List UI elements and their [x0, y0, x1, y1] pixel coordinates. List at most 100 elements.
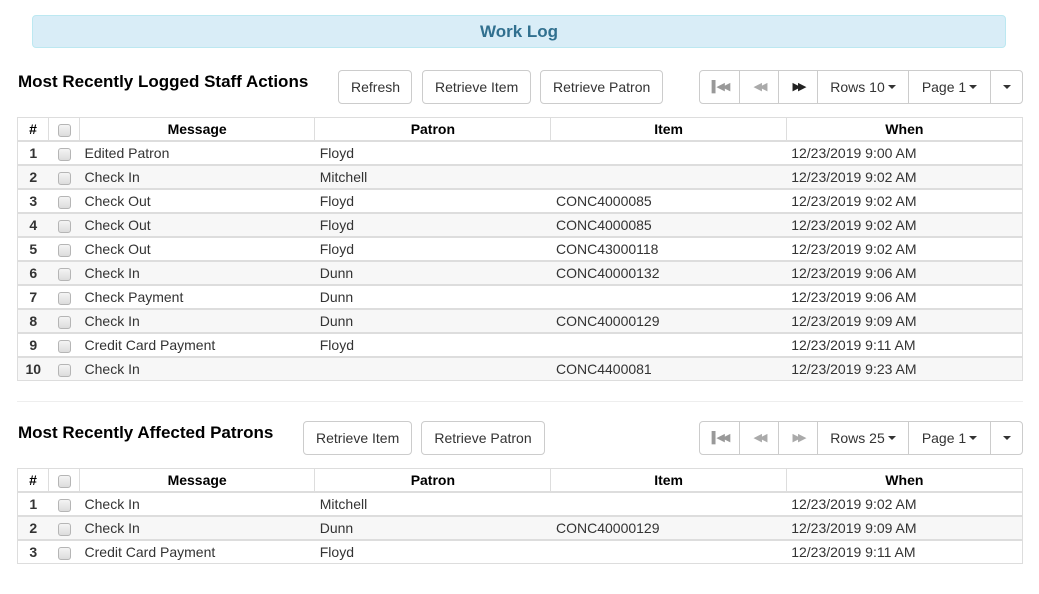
page-select-dropdown[interactable]: Page 1 [908, 71, 990, 103]
row-checkbox[interactable] [57, 363, 71, 377]
item-cell: CONC4400081 [550, 356, 787, 381]
retrieve-item-button[interactable]: Retrieve Item [303, 421, 412, 455]
table-row[interactable]: 2 Check In Dunn CONC40000129 12/23/2019 9:09… [17, 515, 1023, 540]
when-cell: 12/23/2019 9:09 AM [786, 515, 1023, 540]
caret-down-icon [1002, 436, 1011, 441]
row-checkbox[interactable] [57, 498, 71, 512]
table-row[interactable]: 4 Check Out Floyd CONC4000085 12/23/2019 9:0… [17, 212, 1023, 237]
retrieve-item-button[interactable]: Retrieve Item [422, 70, 531, 104]
table-row[interactable]: 1 Edited Patron Floyd 12/23/2019 9:00 AM [17, 140, 1023, 165]
column-header-patron[interactable]: Patron [314, 117, 551, 142]
caret-down-icon [969, 85, 978, 90]
column-header-message[interactable]: Message [79, 117, 315, 142]
table-row[interactable]: 3 Credit Card Payment Floyd 12/23/2019 9:11… [17, 539, 1023, 564]
select-all-checkbox[interactable] [57, 123, 71, 137]
row-checkbox[interactable] [57, 522, 71, 536]
row-checkbox[interactable] [57, 315, 71, 329]
first-page-button[interactable]: ▌◀◀ [700, 422, 739, 454]
item-cell: CONC4000085 [550, 188, 787, 213]
table-row[interactable]: 5 Check Out Floyd CONC43000118 12/23/2019 9:… [17, 236, 1023, 261]
column-header-patron[interactable]: Patron [314, 468, 551, 493]
row-checkbox[interactable] [57, 339, 71, 353]
column-header-select-all[interactable] [48, 117, 80, 142]
column-header-message[interactable]: Message [79, 468, 315, 493]
more-options-dropdown[interactable] [990, 422, 1022, 454]
message-cell: Check Out [79, 188, 315, 213]
row-select-cell [48, 332, 80, 357]
next-page-button[interactable]: ▶▶ [778, 422, 817, 454]
row-number: 6 [17, 260, 49, 285]
table-header-row: # Message Patron Item When [17, 117, 1023, 142]
table-row[interactable]: 7 Check Payment Dunn 12/23/2019 9:06 AM [17, 284, 1023, 309]
previous-page-button[interactable]: ◀◀ [739, 422, 778, 454]
previous-page-icon: ◀◀ [753, 432, 768, 444]
more-options-dropdown[interactable] [990, 71, 1022, 103]
when-cell: 12/23/2019 9:02 AM [786, 212, 1023, 237]
first-page-button[interactable]: ▌◀◀ [700, 71, 739, 103]
message-cell: Edited Patron [79, 140, 315, 165]
previous-page-button[interactable]: ◀◀ [739, 71, 778, 103]
staff-actions-title: Most Recently Logged Staff Actions [18, 72, 309, 91]
rows-per-page-label: Rows 10 [830, 79, 885, 95]
column-header-number[interactable]: # [17, 117, 49, 142]
item-cell [550, 491, 787, 516]
retrieve-patron-button[interactable]: Retrieve Patron [421, 421, 545, 455]
select-all-checkbox[interactable] [57, 474, 71, 488]
row-checkbox[interactable] [57, 267, 71, 281]
column-header-when[interactable]: When [785, 468, 1023, 493]
item-cell [550, 284, 787, 309]
row-checkbox[interactable] [57, 291, 71, 305]
row-select-cell [48, 164, 80, 189]
item-cell: CONC40000129 [550, 308, 787, 333]
staff-actions-table: # Message Patron Item When 1 Edited Patro… [17, 117, 1023, 381]
message-cell: Check Out [79, 212, 315, 237]
item-cell [550, 140, 787, 165]
table-row[interactable]: 9 Credit Card Payment Floyd 12/23/2019 9:11… [17, 332, 1023, 357]
patron-cell: Floyd [314, 332, 551, 357]
table-row[interactable]: 10 Check In CONC4400081 12/23/2019 9:23 AM [17, 356, 1023, 381]
patron-cell: Floyd [314, 212, 551, 237]
when-cell: 12/23/2019 9:09 AM [786, 308, 1023, 333]
rows-per-page-dropdown[interactable]: Rows 10 [817, 71, 908, 103]
table-row[interactable]: 6 Check In Dunn CONC40000132 12/23/2019 9:06… [17, 260, 1023, 285]
row-checkbox[interactable] [57, 219, 71, 233]
row-number: 3 [17, 188, 49, 213]
message-cell: Check In [79, 515, 315, 540]
next-page-button[interactable]: ▶▶ [778, 71, 817, 103]
table-row[interactable]: 2 Check In Mitchell 12/23/2019 9:02 AM [17, 164, 1023, 189]
column-header-item[interactable]: Item [550, 117, 787, 142]
page-title: Work Log [479, 22, 559, 41]
refresh-button[interactable]: Refresh [338, 70, 412, 104]
row-checkbox[interactable] [57, 195, 71, 209]
row-checkbox[interactable] [57, 243, 71, 257]
row-checkbox[interactable] [57, 546, 71, 560]
patron-cell: Mitchell [314, 164, 551, 189]
column-header-select-all[interactable] [48, 468, 80, 493]
item-cell: CONC43000118 [550, 236, 787, 261]
when-cell: 12/23/2019 9:02 AM [786, 188, 1023, 213]
row-select-cell [48, 308, 80, 333]
row-checkbox[interactable] [57, 147, 71, 161]
retrieve-patron-button[interactable]: Retrieve Patron [540, 70, 663, 104]
message-cell: Credit Card Payment [79, 332, 315, 357]
row-number: 10 [17, 356, 49, 381]
table-row[interactable]: 8 Check In Dunn CONC40000129 12/23/2019 9:09… [17, 308, 1023, 333]
rows-per-page-dropdown[interactable]: Rows 25 [817, 422, 908, 454]
row-select-cell [48, 188, 80, 213]
when-cell: 12/23/2019 9:11 AM [786, 539, 1023, 564]
row-number: 4 [17, 212, 49, 237]
row-checkbox[interactable] [57, 171, 71, 185]
column-header-number[interactable]: # [17, 468, 49, 493]
column-header-when[interactable]: When [785, 117, 1023, 142]
row-select-cell [48, 140, 80, 165]
page-select-dropdown[interactable]: Page 1 [908, 422, 990, 454]
row-number: 2 [17, 164, 49, 189]
patron-cell: Floyd [314, 236, 551, 261]
item-cell [550, 539, 787, 564]
table-row[interactable]: 1 Check In Mitchell 12/23/2019 9:02 AM [17, 491, 1023, 516]
row-select-cell [48, 236, 80, 261]
column-header-item[interactable]: Item [550, 468, 787, 493]
row-number: 8 [17, 308, 49, 333]
message-cell: Check In [79, 260, 315, 285]
table-row[interactable]: 3 Check Out Floyd CONC4000085 12/23/2019 9:0… [17, 188, 1023, 213]
